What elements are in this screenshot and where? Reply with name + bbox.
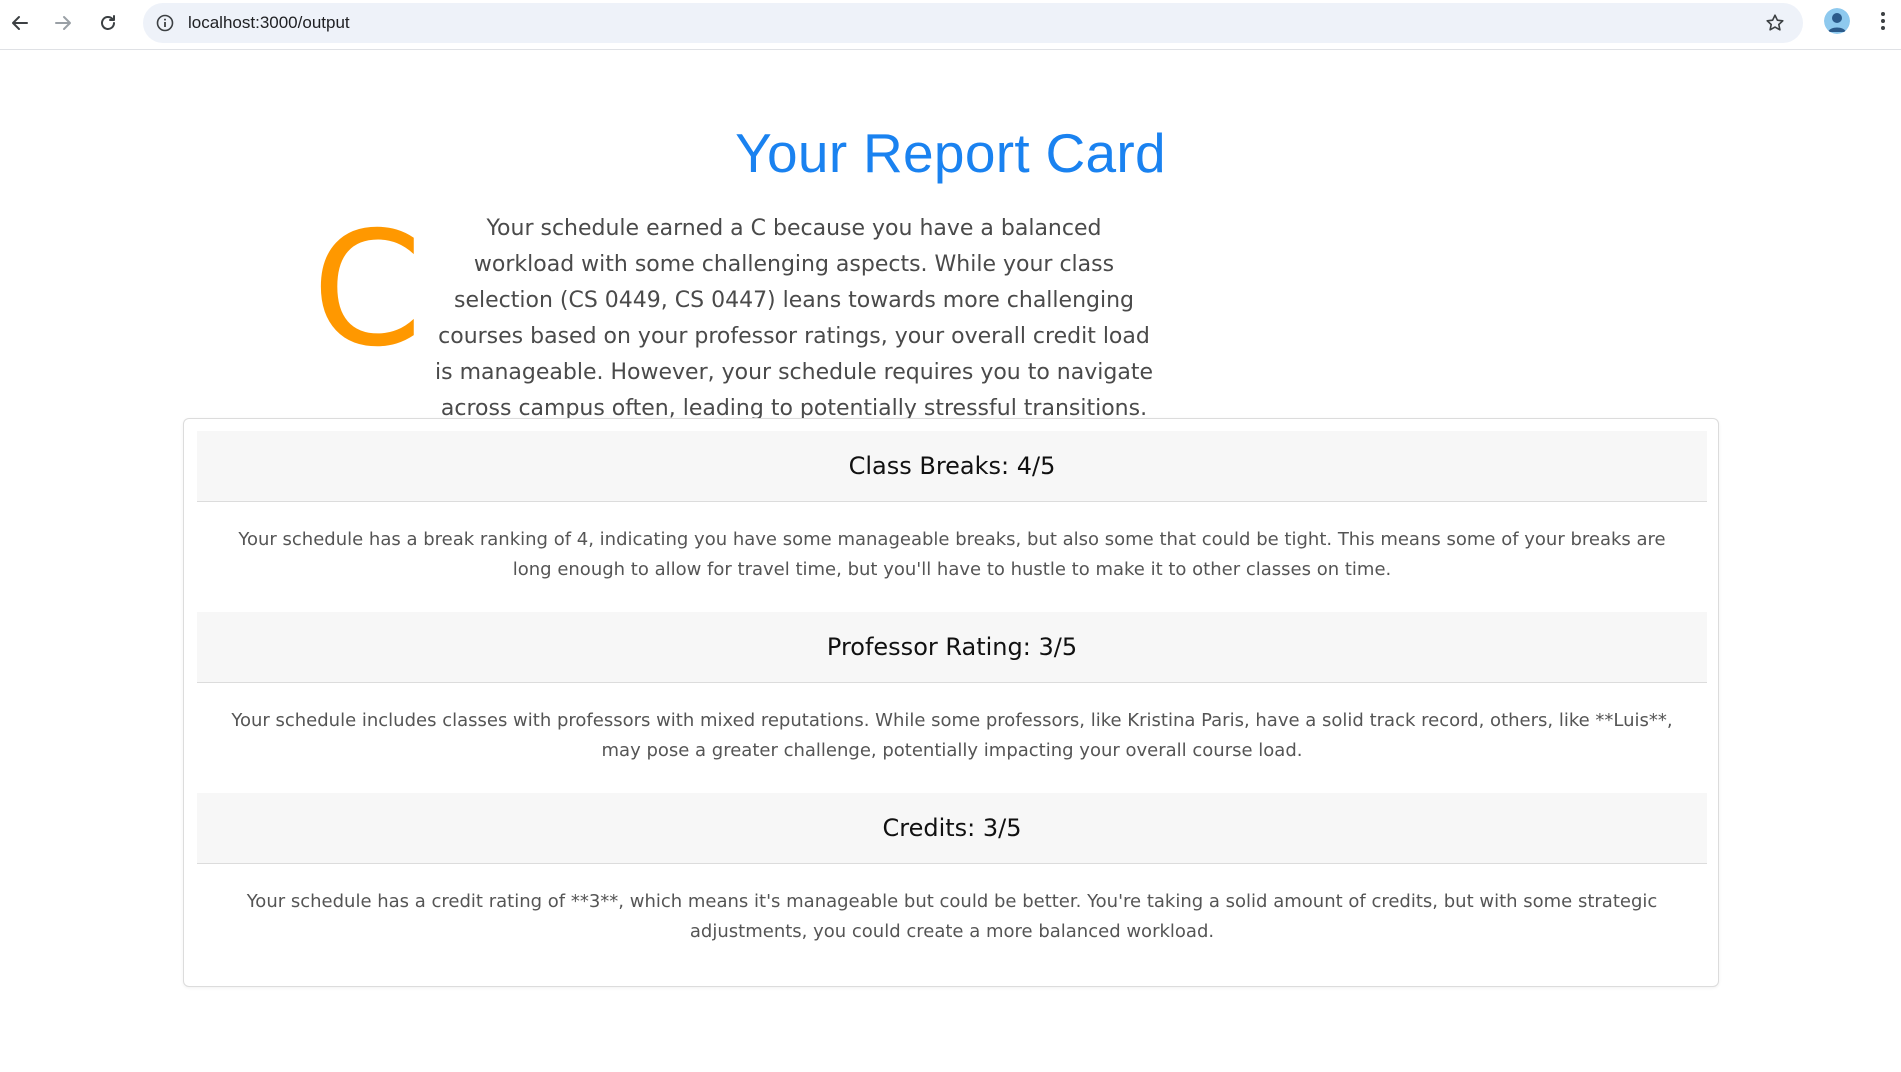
browser-toolbar: localhost:3000/output <box>0 0 1901 50</box>
info-icon[interactable] <box>153 11 177 35</box>
arrow-right-icon <box>53 13 73 37</box>
page-title: Your Report Card <box>735 122 1166 184</box>
class-breaks-description: Your schedule has a break ranking of 4, … <box>238 529 1666 580</box>
kebab-menu-icon[interactable] <box>1871 8 1895 34</box>
arrow-left-icon <box>10 13 30 37</box>
credits-header: Credits: 3/5 <box>197 793 1707 864</box>
report-card-panel: Class Breaks: 4/5 Your schedule has a br… <box>183 418 1719 987</box>
forward-button[interactable] <box>46 8 80 42</box>
class-breaks-header: Class Breaks: 4/5 <box>197 431 1707 502</box>
url-text[interactable]: localhost:3000/output <box>188 13 350 33</box>
grade-letter: C <box>312 198 423 382</box>
report-page: Your Report Card C Your schedule earned … <box>0 51 1901 1072</box>
professor-rating-description: Your schedule includes classes with prof… <box>231 710 1673 761</box>
professor-rating-header: Professor Rating: 3/5 <box>197 612 1707 683</box>
star-icon[interactable] <box>1763 11 1787 35</box>
grade-summary: Your schedule earned a C because you hav… <box>435 216 1153 421</box>
reload-button[interactable] <box>91 8 125 42</box>
address-bar[interactable]: localhost:3000/output <box>143 3 1803 43</box>
back-button[interactable] <box>3 8 37 42</box>
avatar[interactable] <box>1824 8 1850 34</box>
reload-icon <box>98 13 118 37</box>
credits-description: Your schedule has a credit rating of **3… <box>246 891 1658 942</box>
